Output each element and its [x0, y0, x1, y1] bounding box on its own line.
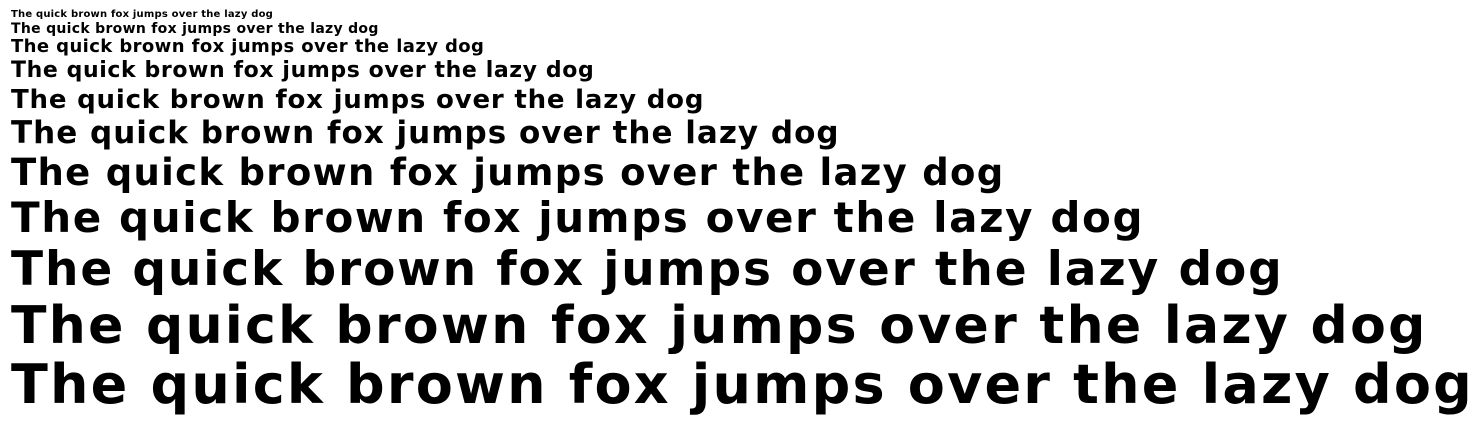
specimen-line: The quick brown fox jumps over the lazy …	[11, 115, 840, 151]
specimen-line: The quick brown fox jumps over the lazy …	[11, 36, 485, 57]
specimen-line: The quick brown fox jumps over the lazy …	[11, 193, 1145, 242]
specimen-line: The quick brown fox jumps over the lazy …	[11, 85, 705, 115]
specimen-line: The quick brown fox jumps over the lazy …	[11, 242, 1284, 297]
specimen-line: The quick brown fox jumps over the lazy …	[11, 21, 379, 37]
specimen-line: The quick brown fox jumps over the lazy …	[11, 9, 274, 20]
specimen-line: The quick brown fox jumps over the lazy …	[11, 296, 1428, 356]
specimen-line: The quick brown fox jumps over the lazy …	[11, 353, 1475, 416]
specimen-line: The quick brown fox jumps over the lazy …	[11, 58, 595, 83]
font-specimen: The quick brown fox jumps over the lazy …	[0, 0, 1480, 431]
specimen-line: The quick brown fox jumps over the lazy …	[11, 151, 1005, 194]
